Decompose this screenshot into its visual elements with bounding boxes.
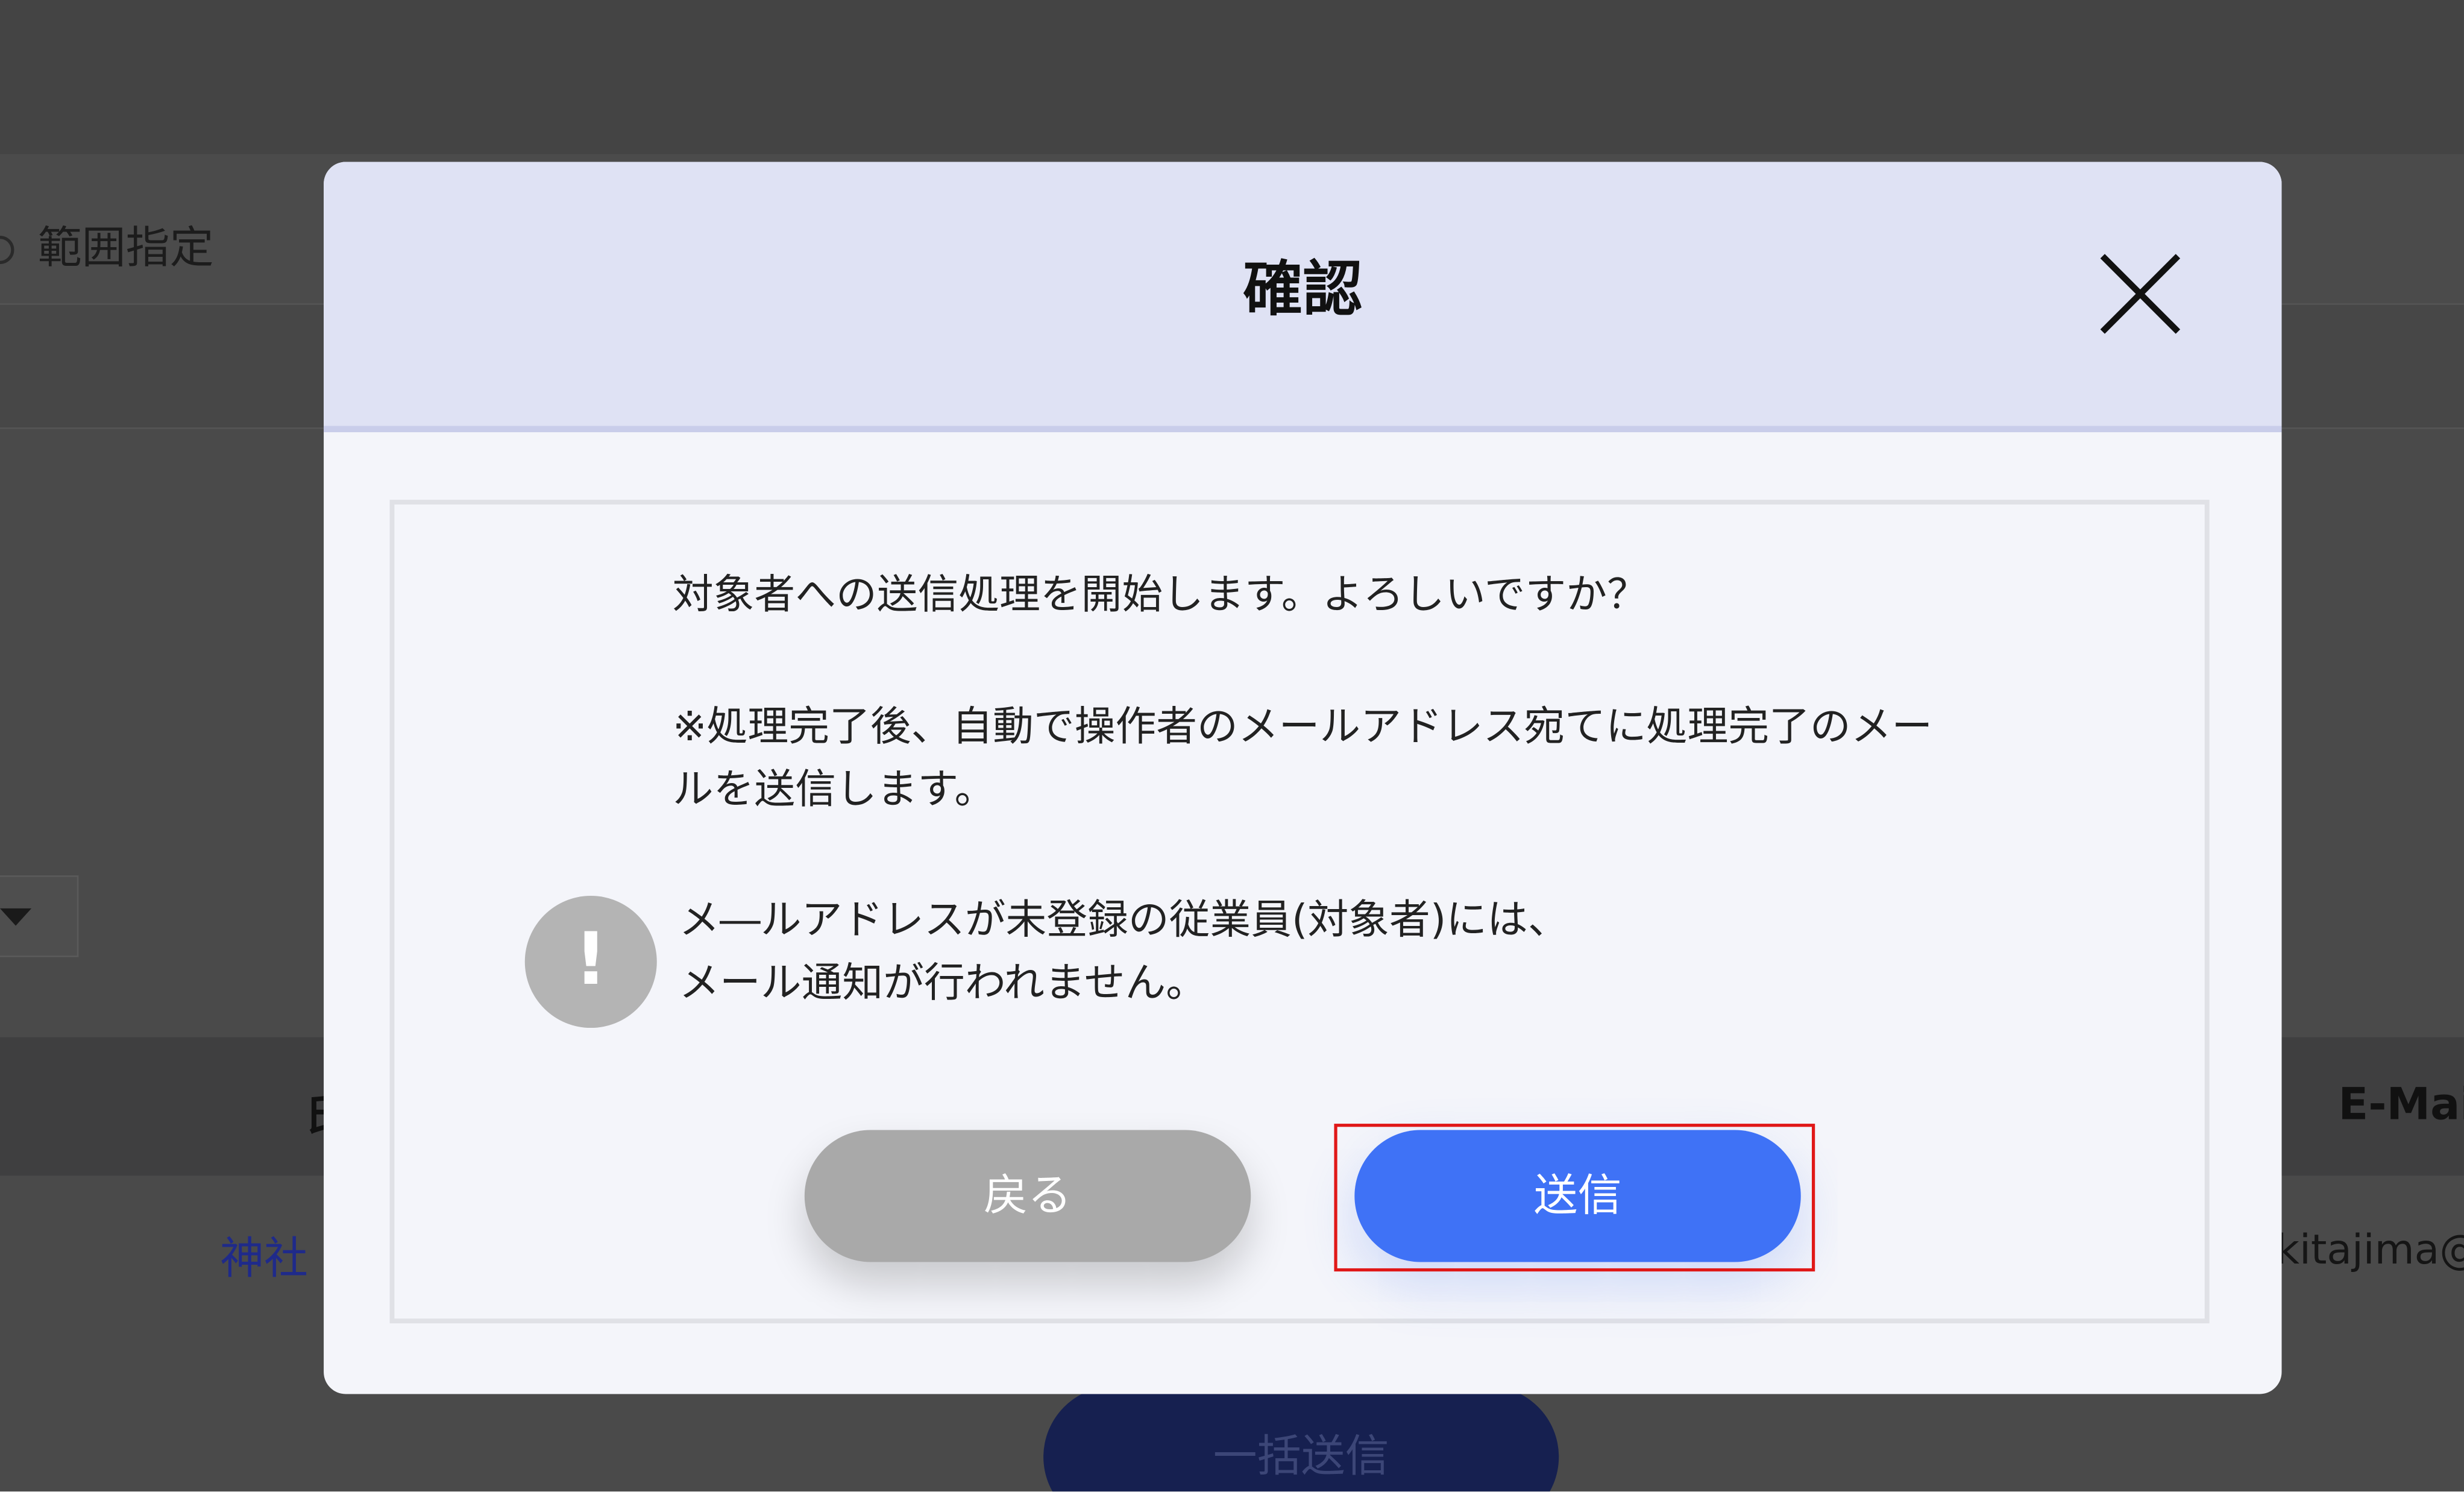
table-cell-name-link[interactable]: 神社 [220,1224,308,1287]
table-header-email: E-Mai [2338,1078,2464,1130]
completion-note-line-1: ※処理完了後、自動で操作者のメールアドレス宛てに処理完了のメー [672,704,1933,752]
table-cell-email: .kitajima@ [2263,1227,2464,1275]
bulk-send-label: 一括送信 [1213,1430,1389,1482]
send-button[interactable]: 送信 [1354,1130,1801,1262]
background-top-bar [0,0,2464,154]
caret-down-icon [0,908,32,926]
close-icon [2100,254,2181,334]
notice-line-1: メ―ルアドレスが未登録の従業員(対象者)には、 [679,897,1569,945]
confirm-dialog: 確認 対象者への送信処理を開始します。よろしいですか？ ※処理完了後、自動で操作… [324,162,2282,1394]
back-button[interactable]: 戻る [804,1130,1251,1262]
screen: 範囲指定 氏 E-Mai 神社 .kitajima@ 一括送信 確認 対象者への… [0,0,2464,1492]
range-label: 範囲指定 [37,221,214,274]
confirm-message: 対象者への送信処理を開始します。よろしいですか？ [672,571,1648,620]
notice-line-2: メール通知が行われません。 [679,960,1207,1008]
exclamation-icon: ! [524,896,657,1028]
exclamation-mark: ! [574,916,608,1001]
close-button[interactable] [2093,247,2187,341]
completion-note-line-2: ルを送信します。 [672,767,996,814]
dialog-title: 確認 [1243,254,1363,324]
